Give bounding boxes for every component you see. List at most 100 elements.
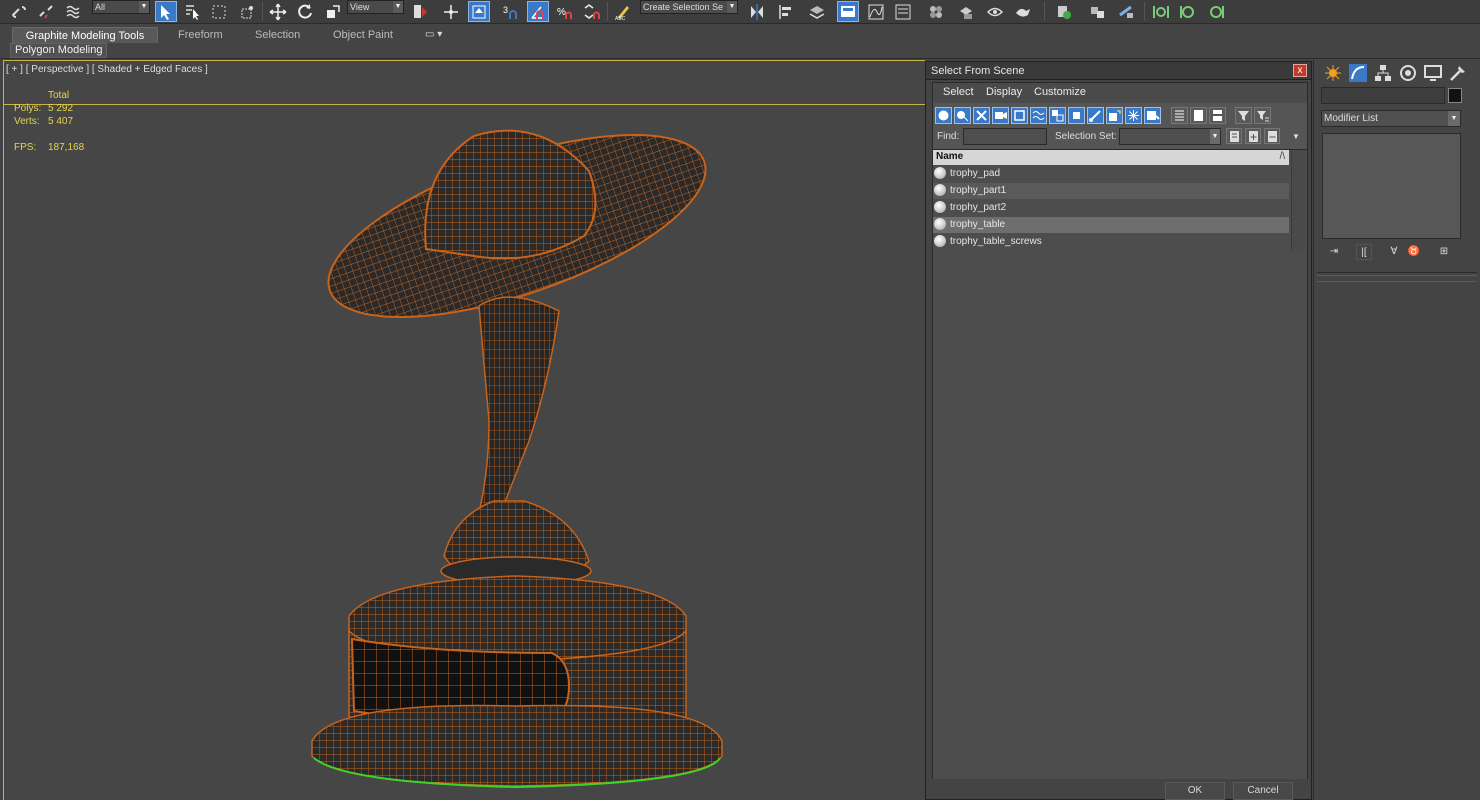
display-spacewarps-icon[interactable] bbox=[1030, 107, 1047, 124]
selection-filter-dropdown[interactable]: All ▼ bbox=[92, 0, 150, 14]
menu-select[interactable]: Select bbox=[943, 86, 974, 98]
display-invert-icon[interactable] bbox=[1209, 107, 1226, 124]
ok-button[interactable]: OK bbox=[1165, 782, 1225, 800]
snap-3d-icon[interactable]: 3 bbox=[500, 1, 522, 22]
select-object-icon[interactable] bbox=[155, 1, 177, 22]
rotate-icon[interactable] bbox=[294, 1, 316, 22]
curve-editor-icon[interactable] bbox=[865, 1, 887, 22]
list-scrollbar[interactable] bbox=[1291, 150, 1305, 251]
mirror-icon[interactable] bbox=[746, 1, 768, 22]
remove-from-selection-set-icon[interactable] bbox=[1264, 128, 1280, 144]
show-end-result-icon[interactable]: |[ bbox=[1356, 244, 1372, 260]
list-item-trophy-table-screws[interactable]: trophy_table_screws bbox=[933, 234, 1289, 250]
motion-tab-icon[interactable] bbox=[1398, 63, 1420, 84]
modifier-list-dropdown[interactable]: Modifier List ▼ bbox=[1321, 110, 1461, 127]
selection-region-icon[interactable] bbox=[208, 1, 230, 22]
list-item-trophy-pad[interactable]: trophy_pad bbox=[933, 166, 1289, 182]
viewport-label[interactable]: [ + ] [ Perspective ] [ Shaded + Edged F… bbox=[6, 64, 208, 75]
display-cameras-icon[interactable] bbox=[992, 107, 1009, 124]
select-and-manipulate-icon[interactable] bbox=[440, 1, 462, 22]
state-sets-icon[interactable] bbox=[1150, 1, 1172, 22]
render-frame-window-icon[interactable] bbox=[984, 1, 1006, 22]
populate-icon[interactable] bbox=[1053, 1, 1075, 22]
edit-named-selection-icon[interactable]: ABC bbox=[612, 1, 634, 22]
render-production-icon[interactable] bbox=[1012, 1, 1034, 22]
display-containers-icon[interactable] bbox=[1106, 107, 1123, 124]
filter-icon[interactable] bbox=[1235, 107, 1252, 124]
panel-polygon-modeling[interactable]: Polygon Modeling bbox=[10, 43, 108, 58]
tab-selection[interactable]: Selection bbox=[245, 27, 310, 43]
pivot-center-icon[interactable] bbox=[409, 1, 431, 22]
selection-set-dropdown[interactable]: ▼ bbox=[1119, 128, 1221, 145]
fps-label: FPS: bbox=[14, 142, 37, 153]
display-all-icon[interactable] bbox=[1171, 107, 1188, 124]
spinner-snap-icon[interactable] bbox=[581, 1, 603, 22]
named-selection-set-dropdown[interactable]: Create Selection Se ▼ bbox=[640, 0, 738, 14]
display-groups-icon[interactable] bbox=[1049, 107, 1066, 124]
display-tab-icon[interactable] bbox=[1423, 63, 1445, 84]
xref-icon[interactable] bbox=[1115, 1, 1137, 22]
display-shapes-icon[interactable] bbox=[954, 107, 971, 124]
display-lights-icon[interactable] bbox=[973, 107, 990, 124]
select-by-name-icon[interactable] bbox=[182, 1, 204, 22]
create-selection-set-icon[interactable] bbox=[1226, 128, 1242, 144]
unlink-icon[interactable] bbox=[35, 1, 57, 22]
display-geometry-icon[interactable] bbox=[935, 107, 952, 124]
container-icon[interactable] bbox=[1087, 1, 1109, 22]
display-bones-icon[interactable] bbox=[1087, 107, 1104, 124]
utilities-tab-icon[interactable] bbox=[1448, 63, 1470, 84]
tab-graphite-modeling-tools[interactable]: Graphite Modeling Tools bbox=[12, 27, 158, 43]
graphite-ribbon-toggle-icon[interactable] bbox=[837, 1, 859, 22]
chevron-down-icon[interactable]: ▼ bbox=[1292, 132, 1300, 141]
window-crossing-icon[interactable] bbox=[236, 1, 258, 22]
display-hidden-icon[interactable] bbox=[1144, 107, 1161, 124]
create-tab-icon[interactable] bbox=[1323, 63, 1345, 84]
list-item-trophy-part1[interactable]: trophy_part1 bbox=[933, 183, 1289, 199]
cycle-green-alt-icon[interactable] bbox=[1205, 1, 1227, 22]
display-xrefs-icon[interactable] bbox=[1068, 107, 1085, 124]
close-icon[interactable]: x bbox=[1293, 64, 1307, 77]
column-header-name[interactable]: Name /\ bbox=[933, 150, 1289, 165]
make-unique-icon[interactable]: ∀ bbox=[1386, 244, 1402, 260]
menu-customize[interactable]: Customize bbox=[1034, 86, 1086, 98]
display-frozen-icon[interactable] bbox=[1125, 107, 1142, 124]
pin-stack-icon[interactable]: ⇥ bbox=[1326, 244, 1342, 260]
menu-display[interactable]: Display bbox=[986, 86, 1022, 98]
bind-spacewarp-icon[interactable] bbox=[62, 1, 84, 22]
fps-value: 187,168 bbox=[48, 142, 85, 153]
hierarchy-tab-icon[interactable] bbox=[1373, 63, 1395, 84]
configure-modifier-sets-icon[interactable]: ⊞ bbox=[1436, 244, 1452, 260]
object-color-swatch[interactable] bbox=[1448, 88, 1462, 103]
link-icon[interactable] bbox=[8, 1, 30, 22]
display-helpers-icon[interactable] bbox=[1011, 107, 1028, 124]
modify-tab-icon[interactable] bbox=[1348, 63, 1370, 84]
angle-snap-icon[interactable] bbox=[527, 1, 549, 22]
modifier-stack[interactable] bbox=[1322, 133, 1461, 239]
ribbon-options-icon[interactable]: ▭ ▾ bbox=[425, 29, 442, 40]
scale-icon[interactable] bbox=[322, 1, 344, 22]
layer-manager-icon[interactable] bbox=[806, 1, 828, 22]
cancel-button[interactable]: Cancel bbox=[1233, 782, 1293, 800]
list-item-trophy-table[interactable]: trophy_table bbox=[933, 217, 1289, 233]
align-icon[interactable] bbox=[775, 1, 797, 22]
percent-snap-icon[interactable]: % bbox=[554, 1, 576, 22]
object-name-field[interactable] bbox=[1321, 87, 1445, 104]
dialog-filter-toolbar bbox=[933, 107, 1309, 129]
tab-object-paint[interactable]: Object Paint bbox=[323, 27, 403, 43]
dialog-title-bar[interactable]: Select From Scene x bbox=[926, 62, 1311, 80]
tab-freeform[interactable]: Freeform bbox=[168, 27, 233, 43]
material-editor-icon[interactable] bbox=[925, 1, 947, 22]
remove-modifier-icon[interactable]: ♉ bbox=[1406, 244, 1422, 260]
keyboard-shortcut-override-icon[interactable] bbox=[468, 1, 490, 22]
render-setup-icon[interactable] bbox=[955, 1, 977, 22]
list-item-trophy-part2[interactable]: trophy_part2 bbox=[933, 200, 1289, 216]
schematic-view-icon[interactable] bbox=[892, 1, 914, 22]
cycle-green-icon[interactable] bbox=[1177, 1, 1199, 22]
add-to-selection-set-icon[interactable] bbox=[1245, 128, 1261, 144]
display-none-icon[interactable] bbox=[1190, 107, 1207, 124]
move-icon[interactable] bbox=[267, 1, 289, 22]
reference-coord-dropdown[interactable]: View ▼ bbox=[347, 0, 404, 14]
perspective-viewport[interactable]: [ + ] [ Perspective ] [ Shaded + Edged F… bbox=[3, 60, 925, 800]
find-input[interactable] bbox=[963, 128, 1047, 145]
filter-options-icon[interactable] bbox=[1254, 107, 1271, 124]
